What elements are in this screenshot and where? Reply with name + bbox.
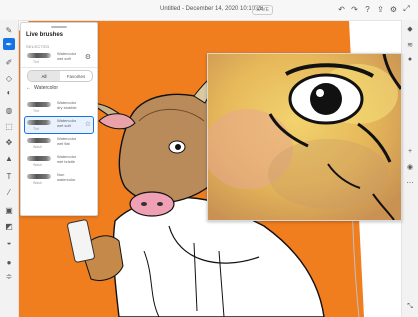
brush-size-icon[interactable]: ● <box>3 256 15 268</box>
brush-filter-tabs: All Favorites <box>27 70 93 82</box>
brush-item[interactable]: Wash Watercolor wet flat <box>25 135 93 151</box>
brush-size-label: Wash <box>33 181 42 185</box>
fill-icon[interactable]: ◍ <box>3 104 15 116</box>
live-brushes-panel: Live brushes SELECTED Tint Watercolor we… <box>20 22 98 216</box>
undo-icon[interactable]: ↶ <box>336 3 347 15</box>
brush-size-label: Tint <box>33 127 39 131</box>
visibility-icon[interactable]: ◉ <box>405 162 415 172</box>
tab-favorites[interactable]: Favorites <box>60 71 92 81</box>
panel-drag-handle[interactable] <box>51 26 67 28</box>
fullscreen-icon[interactable]: ⤢ <box>401 3 412 15</box>
live-brush-icon[interactable]: ✒ <box>3 38 15 50</box>
settings-icon[interactable]: ⚙ <box>388 3 399 15</box>
brush-settings-icon[interactable]: ⚙ <box>85 53 91 61</box>
blend-icon[interactable]: ◐ <box>3 86 15 98</box>
brush-size-label: Wash <box>33 145 42 149</box>
category-label: Watercolor <box>34 85 58 91</box>
brush-stroke-preview <box>27 102 51 107</box>
brush-item[interactable]: Wash Non watercolor <box>25 171 93 187</box>
brush-name: Watercolor wet flat <box>57 136 77 146</box>
brush-name: Watercolor wet soft <box>57 51 77 61</box>
shape-icon[interactable]: ▲ <box>3 152 15 164</box>
brush-stroke-preview <box>27 120 51 125</box>
brush-stroke-preview <box>27 174 51 179</box>
adjustment-icon[interactable]: ◩ <box>3 220 15 232</box>
redo-icon[interactable]: ↷ <box>349 3 360 15</box>
selection-icon[interactable]: ⬚ <box>3 120 15 132</box>
layers-icon[interactable]: ◆ <box>405 24 415 34</box>
divider <box>21 67 97 68</box>
layer-menu-icon[interactable]: ⋯ <box>405 178 415 188</box>
share-icon[interactable]: ⇪ <box>375 3 386 15</box>
brush-settings-icon[interactable]: ≑ <box>3 270 15 282</box>
comments-icon[interactable]: ● <box>405 54 415 64</box>
brush-stroke-preview <box>27 53 51 58</box>
brush-stroke-preview <box>27 156 51 161</box>
document-title[interactable]: Untitled - December 14, 2020 10:10:26 <box>160 6 263 12</box>
brush-size-label: Wash <box>33 163 42 167</box>
selected-heading: SELECTED <box>26 44 50 49</box>
left-toolbar: ✎ ✒ ✐ ◇ ◐ ◍ ⬚ ✥ ▲ T ⁄ ▣ ◩ ◒ ● ≑ <box>0 20 19 317</box>
eraser-icon[interactable]: ◇ <box>3 72 15 84</box>
panel-title: Live brushes <box>26 32 64 38</box>
layer-color-icon[interactable]: ◒ <box>3 236 15 248</box>
app-top-bar: Untitled - December 14, 2020 10:10:26 SA… <box>0 0 418 21</box>
brush-item[interactable]: Tint Watercolor dry stubble <box>25 99 93 115</box>
top-toolbar-icons: ↶ ↷? ⇪ ⚙ ⤢ <box>336 3 412 15</box>
eyedropper-icon[interactable]: ⁄ <box>3 186 15 198</box>
brush-name: Watercolor dry stubble <box>57 100 77 110</box>
selected-brush-row[interactable]: Tint Watercolor wet soft ⚙ <box>25 50 93 66</box>
resize-handle-icon[interactable]: ⤡ <box>405 302 415 312</box>
brush-stroke-preview <box>27 138 51 143</box>
bull-snout <box>129 191 175 217</box>
brush-name: Watercolor wet soft <box>57 118 77 128</box>
pixel-brush-icon[interactable]: ✎ <box>3 24 15 36</box>
zoom-loupe <box>207 53 402 221</box>
brush-name: Watercolor wet bristle <box>57 154 77 164</box>
brush-item-selected[interactable]: Tint Watercolor wet soft ☆ <box>24 116 94 134</box>
brush-name: Non watercolor <box>57 172 76 182</box>
category-back-row[interactable]: ← Watercolor <box>26 85 58 91</box>
brush-size-label: Tint <box>33 60 39 64</box>
save-badge[interactable]: SAVE <box>252 5 273 15</box>
transform-icon[interactable]: ✥ <box>3 136 15 148</box>
tab-all[interactable]: All <box>28 71 60 81</box>
layer-properties-icon[interactable]: ≋ <box>405 40 415 50</box>
image-icon[interactable]: ▣ <box>3 204 15 216</box>
add-layer-icon[interactable]: + <box>405 146 415 156</box>
loupe-artwork <box>208 54 401 220</box>
vector-brush-icon[interactable]: ✐ <box>3 56 15 68</box>
right-toolbar: ◆ ≋ ● + ◉ ⋯ ⤡ <box>401 20 418 317</box>
help-icon[interactable]: ? <box>362 3 373 15</box>
favorite-star-icon[interactable]: ☆ <box>85 120 91 128</box>
brush-size-label: Tint <box>33 109 39 113</box>
back-arrow-icon: ← <box>26 85 31 91</box>
text-icon[interactable]: T <box>3 170 15 182</box>
brush-item[interactable]: Wash Watercolor wet bristle <box>25 153 93 169</box>
